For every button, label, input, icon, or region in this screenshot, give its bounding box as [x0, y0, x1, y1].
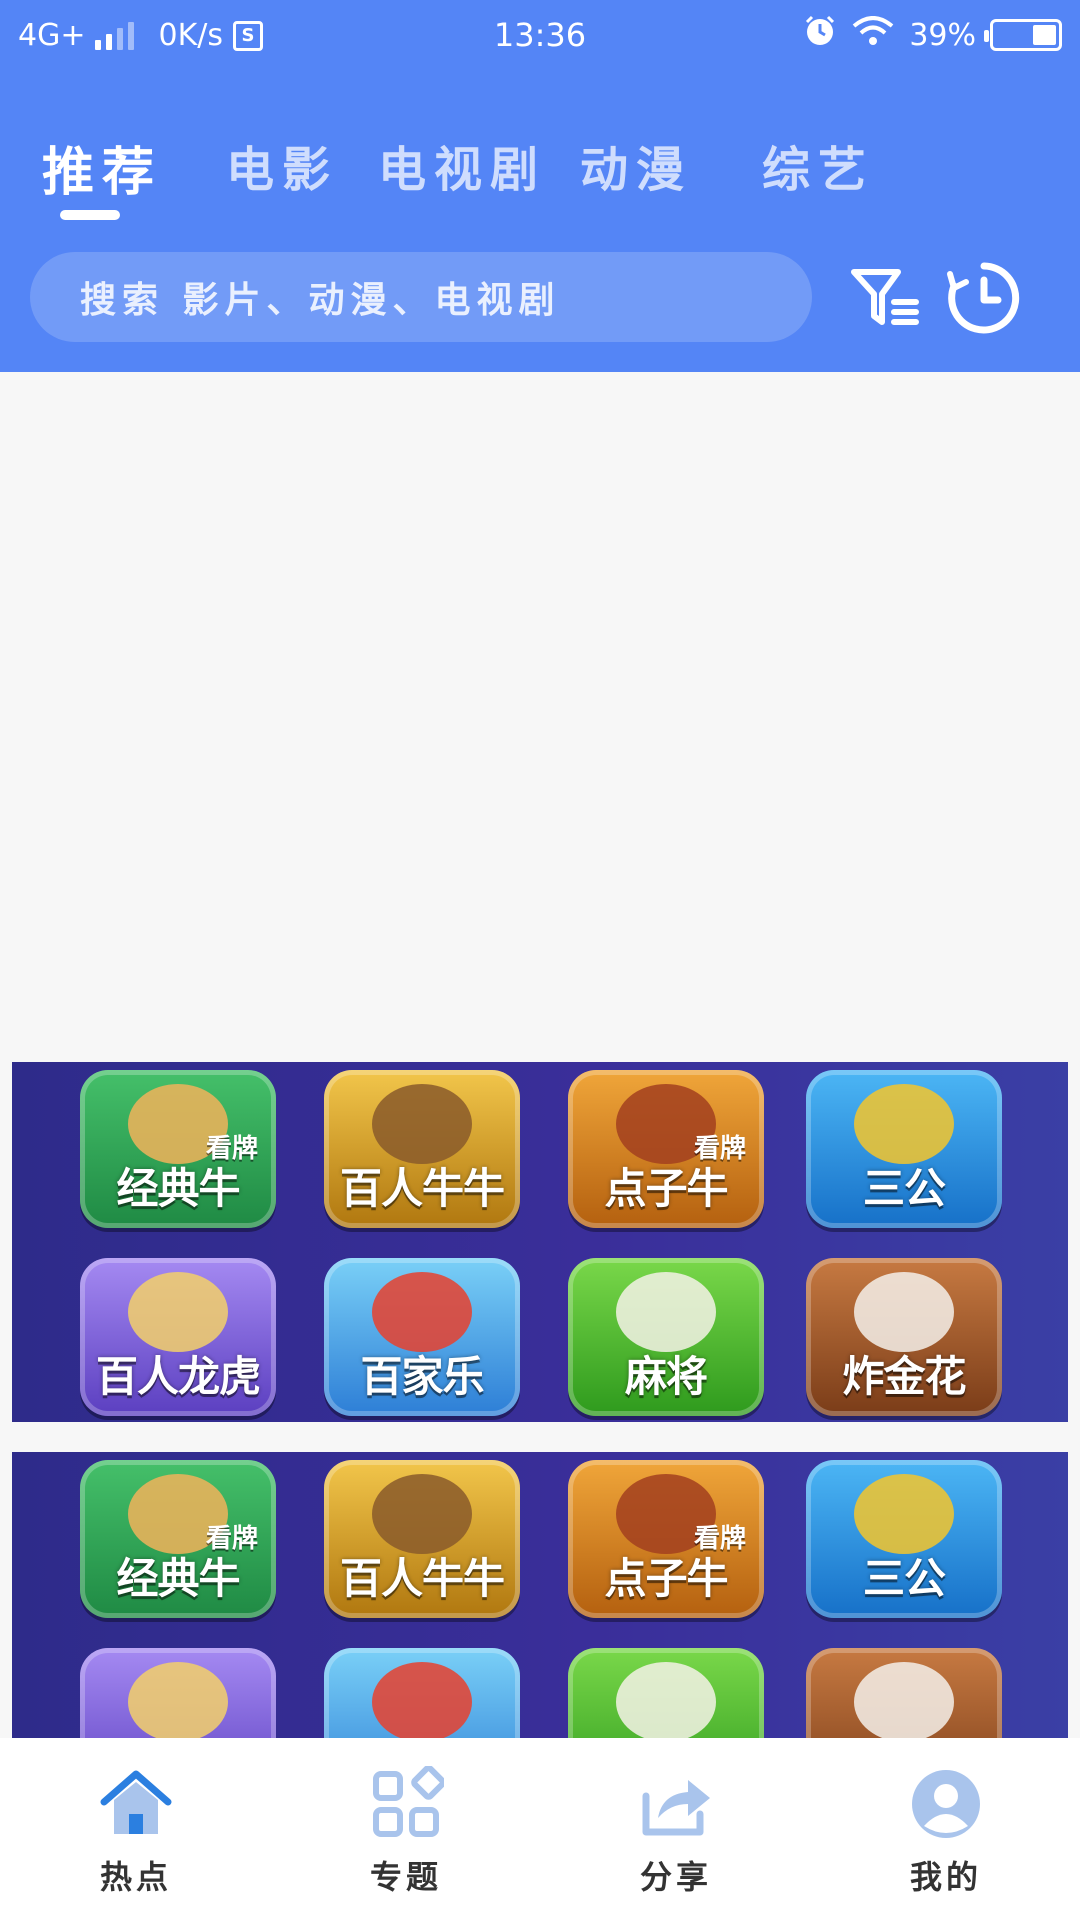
game-tile[interactable]: 看牌 点子牛 [568, 1070, 764, 1228]
nav-label: 热点 [99, 1858, 172, 1896]
tab-movies[interactable]: 电影 [226, 130, 338, 200]
filter-icon[interactable] [846, 258, 926, 338]
nav-topics[interactable]: 专题 [336, 1765, 476, 1898]
game-tile[interactable]: 百人牛牛 [324, 1460, 520, 1618]
user-icon [908, 1766, 984, 1842]
history-clock-icon[interactable] [944, 258, 1024, 338]
battery-percent: 39% [909, 17, 976, 53]
game-tile[interactable]: 三公 [806, 1070, 1002, 1228]
nav-label: 我的 [909, 1858, 982, 1896]
top-header: 4G+ 0K/s S 13:36 39% 推荐 电影 电视剧 动漫 综艺 搜索 … [0, 0, 1080, 372]
game-banner-ad[interactable]: 看牌 经典牛 百人牛牛 看牌 点子牛 三公 [12, 1452, 1068, 1738]
game-tile[interactable]: 炸金花 [806, 1258, 1002, 1416]
nav-hot[interactable]: 热点 [66, 1766, 206, 1898]
game-tile[interactable]: 看牌 经典牛 [80, 1070, 276, 1228]
tab-variety[interactable]: 综艺 [762, 130, 874, 200]
active-tab-indicator [60, 210, 120, 220]
tab-anime[interactable]: 动漫 [580, 130, 692, 200]
tab-recommend[interactable]: 推荐 [42, 130, 162, 205]
game-tile[interactable]: 百人牛牛 [324, 1070, 520, 1228]
status-bar: 4G+ 0K/s S 13:36 39% [0, 0, 1080, 72]
tab-tv-series[interactable]: 电视剧 [378, 130, 546, 200]
nav-label: 分享 [639, 1858, 712, 1896]
game-tile[interactable]: 看牌 点子牛 [568, 1460, 764, 1618]
nav-share[interactable]: 分享 [606, 1766, 746, 1898]
game-tile[interactable]: 百家乐 [324, 1258, 520, 1416]
search-placeholder: 搜索 影片、动漫、电视剧 [80, 279, 561, 321]
alarm-icon [803, 14, 837, 56]
status-right: 39% [803, 14, 1062, 56]
grid-icon [368, 1765, 446, 1842]
category-tabs: 推荐 电影 电视剧 动漫 综艺 [0, 120, 1080, 230]
game-tile[interactable] [324, 1648, 520, 1738]
game-tile[interactable]: 麻将 [568, 1258, 764, 1416]
game-tile[interactable] [568, 1648, 764, 1738]
game-tile[interactable]: 三公 [806, 1460, 1002, 1618]
battery-icon [984, 19, 1062, 51]
nav-mine[interactable]: 我的 [876, 1766, 1016, 1898]
share-icon [638, 1766, 714, 1842]
game-tile[interactable] [806, 1648, 1002, 1738]
search-input[interactable]: 搜索 影片、动漫、电视剧 [30, 252, 812, 342]
game-banner-ad[interactable]: 看牌 经典牛 百人牛牛 看牌 点子牛 三公 百人龙虎 百家乐 麻将 炸金花 [12, 1062, 1068, 1422]
bottom-navigation: 热点 专题 分享 我的 [0, 1738, 1080, 1920]
wifi-icon [851, 16, 895, 54]
nav-label: 专题 [369, 1858, 442, 1896]
game-tile[interactable]: 看牌 经典牛 [80, 1460, 276, 1618]
content-placeholder [0, 372, 1080, 1062]
game-tile[interactable]: 百人龙虎 [80, 1258, 276, 1416]
home-icon [98, 1766, 174, 1842]
game-tile[interactable] [80, 1648, 276, 1738]
